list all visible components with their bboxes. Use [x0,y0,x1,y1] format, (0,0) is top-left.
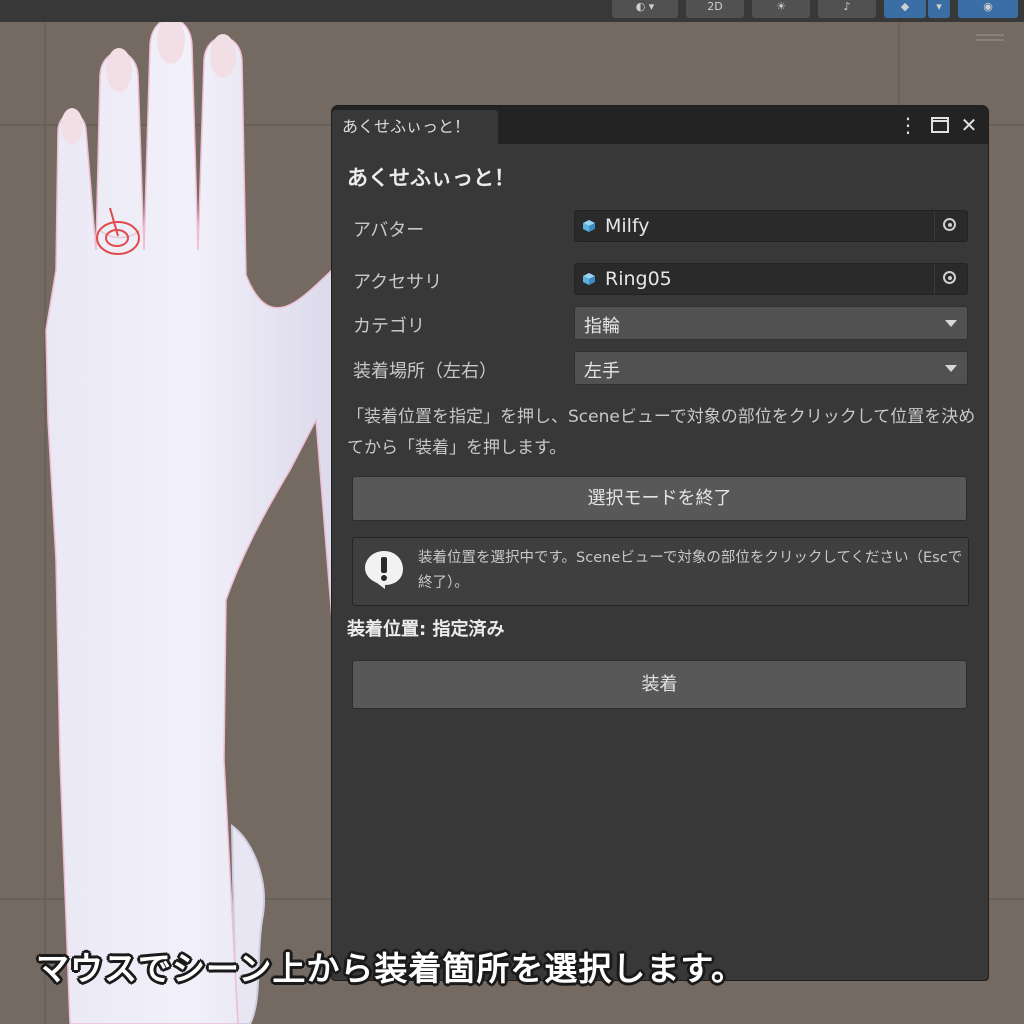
avatar-object-field[interactable]: Milfy [574,210,968,242]
shading-mode-button[interactable]: ◐ ▾ [612,0,678,18]
chevron-down-icon [945,320,957,327]
side-label: 装着場所（左右） [353,361,497,382]
visibility-toggle[interactable]: ◉ [958,0,1018,18]
lighting-toggle[interactable]: ☀ [752,0,810,18]
end-select-mode-button[interactable]: 選択モードを終了 [352,476,967,521]
placement-status: 装着位置: 指定済み [347,619,505,640]
maximize-icon[interactable] [929,114,951,137]
attach-button-label: 装着 [641,674,678,695]
chevron-down-icon: ▾ [936,0,942,13]
effects-toggle[interactable]: ◆ [884,0,926,18]
warning-icon [365,551,403,589]
window-tab-title: あくせふぃっと！ [342,117,471,136]
end-select-mode-label: 選択モードを終了 [587,488,732,509]
window-tab[interactable]: あくせふぃっと！ [332,110,498,144]
accessory-value: Ring05 [605,268,672,290]
object-picker-button[interactable] [934,264,967,294]
prefab-cube-icon [583,220,595,232]
chevron-down-icon [945,365,957,372]
scene-toolbar: ◐ ▾ 2D ☀ ♪ ◆ ▾ ◉ [0,0,1024,22]
help-message: 装着位置を選択中です。Sceneビューで対象の部位をクリックしてください（Esc… [418,550,963,591]
category-value: 指輪 [584,316,620,337]
attach-button[interactable]: 装着 [352,660,967,709]
scene-menu-icon[interactable] [976,34,1004,44]
category-dropdown[interactable]: 指輪 [574,306,968,340]
avatar-label: アバター [353,220,425,241]
audio-toggle[interactable]: ♪ [818,0,876,18]
help-box: 装着位置を選択中です。Sceneビューで対象の部位をクリックしてください（Esc… [352,537,969,606]
window-tab-bar: あくせふぃっと！ ⋮ ✕ [332,106,988,144]
eye-icon: ◉ [983,0,993,13]
tutorial-caption: マウスでシーン上から装着箇所を選択します。 [36,949,746,988]
light-icon: ☀ [776,0,786,13]
accessory-object-field[interactable]: Ring05 [574,263,968,295]
side-dropdown[interactable]: 左手 [574,351,968,385]
mode-2d-button[interactable]: 2D [686,0,744,18]
ring-placement-gizmo[interactable] [90,204,150,274]
layers-icon: ◆ [900,0,910,13]
accessory-fit-window: あくせふぃっと！ ⋮ ✕ あくせふぃっと！ アバター Milfy アクセサリ R… [332,106,988,980]
effects-dropdown[interactable]: ▾ [928,0,950,18]
vertical-dots-icon[interactable]: ⋮ [897,114,919,136]
object-picker-button[interactable] [934,211,967,241]
category-label: カテゴリ [353,316,425,337]
close-icon[interactable]: ✕ [958,114,980,136]
speaker-icon: ♪ [843,0,851,13]
instructions-text: 「装着位置を指定」を押し、Sceneビューで対象の部位をクリックして位置を決めて… [347,407,976,458]
avatar-value: Milfy [605,215,650,237]
mode-2d-label: 2D [707,0,723,13]
accessory-label: アクセサリ [353,272,443,293]
prefab-cube-icon [583,273,595,285]
window-heading: あくせふぃっと！ [347,166,515,190]
shading-icon: ◐ ▾ [635,0,655,13]
side-value: 左手 [584,361,620,382]
